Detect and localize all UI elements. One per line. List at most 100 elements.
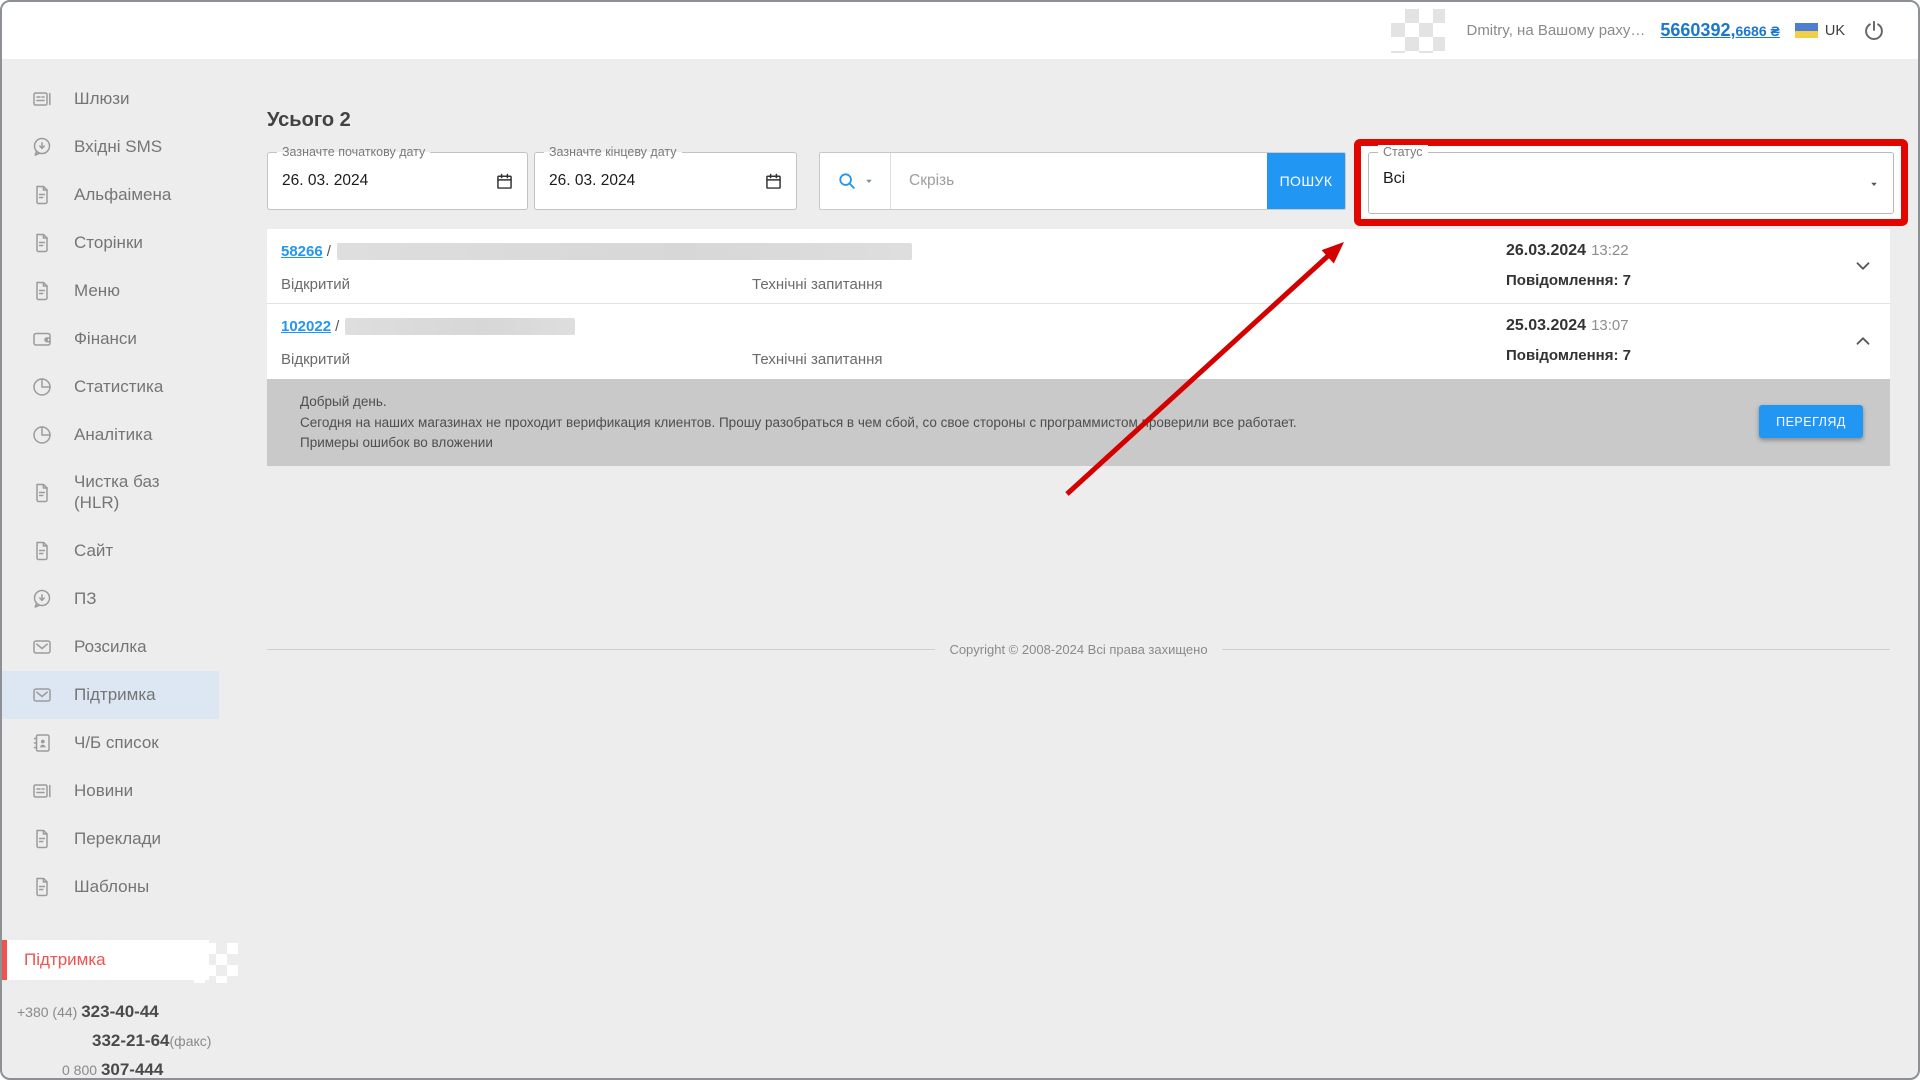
caret-down-icon xyxy=(863,175,875,187)
power-icon xyxy=(1861,18,1887,44)
collapse-ticket-button[interactable] xyxy=(1852,330,1874,352)
ticket-date: 25.03.2024 xyxy=(1506,317,1586,334)
search-type-dropdown[interactable] xyxy=(820,153,891,209)
end-date-label: Зазначте кінцеву дату xyxy=(544,145,682,160)
contacts-icon xyxy=(30,731,54,755)
logout-button[interactable] xyxy=(1860,17,1888,45)
pixel-pattern xyxy=(1391,9,1445,53)
sidebar-item-translations[interactable]: Переклади xyxy=(2,815,219,863)
balance-main: 5660392, xyxy=(1660,20,1735,40)
sidebar-item-finance[interactable]: Фінанси xyxy=(2,315,219,363)
start-date-label: Зазначте початкову дату xyxy=(277,145,430,160)
account-balance-label: Dmitry, на Вашому раху… xyxy=(1466,22,1645,39)
top-bar: Dmitry, на Вашому раху… 5660392,6686 ₴ U… xyxy=(2,2,1918,59)
end-date-field[interactable]: Зазначте кінцеву дату 26. 03. 2024 xyxy=(534,152,797,210)
balance-link[interactable]: 5660392,6686 ₴ xyxy=(1660,20,1779,41)
caret-down-icon xyxy=(1868,178,1880,190)
envelope-icon xyxy=(30,683,54,707)
footer: Copyright © 2008-2024 Всі права захищено xyxy=(267,642,1890,657)
main-content: Усього 2 Зазначте початкову дату 26. 03.… xyxy=(219,59,1918,1078)
ticket-row[interactable]: 102022 / Відкритий Технічні запитання 25… xyxy=(267,304,1890,379)
ticket-category: Технічні запитання xyxy=(752,276,883,293)
status-label: Статус xyxy=(1378,145,1428,160)
status-select-value: Всі xyxy=(1369,153,1893,188)
document-icon xyxy=(30,183,54,207)
sidebar-item-hlr[interactable]: Чистка баз (HLR) xyxy=(2,459,219,527)
chevron-down-icon xyxy=(1852,255,1874,277)
ticket-id-link[interactable]: 102022 xyxy=(281,318,331,335)
sidebar-item-blacklist[interactable]: Ч/Б список xyxy=(2,719,219,767)
document-icon xyxy=(30,481,54,505)
end-date-value: 26. 03. 2024 xyxy=(535,153,796,209)
sidebar-item-alphanames[interactable]: Альфаімена xyxy=(2,171,219,219)
ticket-date: 26.03.2024 xyxy=(1506,242,1586,259)
calendar-icon[interactable] xyxy=(763,171,784,192)
ticket-message-panel: Добрый день. Сегодня на наших магазинах … xyxy=(267,379,1890,466)
message-download-icon xyxy=(30,587,54,611)
ticket-id-link[interactable]: 58266 xyxy=(281,243,323,260)
sidebar-item-incoming-sms[interactable]: Вхідні SMS xyxy=(2,123,219,171)
ticket-meta: 25.03.2024 13:07 Повідомлення: 7 xyxy=(1506,317,1631,364)
redacted-subject xyxy=(337,243,912,260)
redacted-subject xyxy=(345,318,575,335)
message-text: Примеры ошибок во вложении xyxy=(300,433,1740,454)
document-icon xyxy=(30,279,54,303)
page-title: Усього 2 xyxy=(267,109,351,132)
calendar-icon[interactable] xyxy=(494,171,515,192)
ticket-category: Технічні запитання xyxy=(752,351,883,368)
sidebar: Шлюзи Вхідні SMS Альфаімена Сторінки Мен… xyxy=(2,59,219,1078)
search-group: ПОШУК xyxy=(819,152,1346,210)
phone-line: +380 (44) 323-40-44 xyxy=(2,1002,219,1022)
sidebar-item-software[interactable]: ПЗ xyxy=(2,575,219,623)
message-text: Добрый день. xyxy=(300,392,1740,413)
search-button[interactable]: ПОШУК xyxy=(1267,153,1345,209)
language-label: UK xyxy=(1825,23,1845,39)
sidebar-item-statistics[interactable]: Статистика xyxy=(2,363,219,411)
support-phones: +380 (44) 323-40-44 332-21-64(факс) 0 80… xyxy=(2,1002,219,1080)
filter-bar: Зазначте початкову дату 26. 03. 2024 Заз… xyxy=(267,152,1890,210)
view-button[interactable]: ПЕРЕГЛЯД xyxy=(1759,405,1863,438)
sidebar-item-templates[interactable]: Шаблоны xyxy=(2,863,219,911)
sidebar-item-menu[interactable]: Меню xyxy=(2,267,219,315)
language-switcher[interactable]: UK xyxy=(1795,23,1845,39)
start-date-field[interactable]: Зазначте початкову дату 26. 03. 2024 xyxy=(267,152,528,210)
newspaper-icon xyxy=(30,779,54,803)
copyright-text: Copyright © 2008-2024 Всі права захищено xyxy=(935,642,1221,657)
pie-chart-icon xyxy=(30,423,54,447)
sidebar-item-gateways[interactable]: Шлюзи xyxy=(2,75,219,123)
sidebar-item-news[interactable]: Новини xyxy=(2,767,219,815)
ticket-message-count: Повідомлення: 7 xyxy=(1506,347,1631,364)
ticket-time: 13:07 xyxy=(1591,317,1629,334)
message-text: Сегодня на наших магазинах не проходит в… xyxy=(300,413,1740,434)
annotation-highlight-box: Статус Всі xyxy=(1354,139,1908,226)
document-icon xyxy=(30,827,54,851)
app-window: Dmitry, на Вашому раху… 5660392,6686 ₴ U… xyxy=(0,0,1920,1080)
envelope-icon xyxy=(30,635,54,659)
sidebar-item-pages[interactable]: Сторінки xyxy=(2,219,219,267)
status-select[interactable]: Статус Всі xyxy=(1368,152,1894,214)
chevron-up-icon xyxy=(1852,330,1874,352)
expand-ticket-button[interactable] xyxy=(1852,255,1874,277)
search-icon xyxy=(836,170,858,192)
search-input[interactable] xyxy=(891,153,1267,209)
sidebar-item-support[interactable]: Підтримка xyxy=(2,671,219,719)
sidebar-item-mailing[interactable]: Розсилка xyxy=(2,623,219,671)
pie-chart-icon xyxy=(30,375,54,399)
ukraine-flag-icon xyxy=(1795,23,1818,38)
document-icon xyxy=(30,231,54,255)
ticket-row[interactable]: 58266 / Відкритий Технічні запитання 26.… xyxy=(267,229,1890,304)
ticket-time: 13:22 xyxy=(1591,242,1629,259)
document-icon xyxy=(30,539,54,563)
message-download-icon xyxy=(30,135,54,159)
sidebar-item-analytics[interactable]: Аналітика xyxy=(2,411,219,459)
ticket-status: Відкритий xyxy=(281,351,350,368)
start-date-value: 26. 03. 2024 xyxy=(268,153,527,209)
sidebar-item-site[interactable]: Сайт xyxy=(2,527,219,575)
ticket-status: Відкритий xyxy=(281,276,350,293)
ticket-meta: 26.03.202413:22 Повідомлення: 7 xyxy=(1506,242,1631,289)
pixel-pattern xyxy=(194,943,238,983)
ticket-list: 58266 / Відкритий Технічні запитання 26.… xyxy=(267,229,1890,466)
newspaper-icon xyxy=(30,87,54,111)
phone-line: 332-21-64(факс) xyxy=(2,1031,219,1051)
balance-fraction: 6686 ₴ xyxy=(1735,23,1779,39)
